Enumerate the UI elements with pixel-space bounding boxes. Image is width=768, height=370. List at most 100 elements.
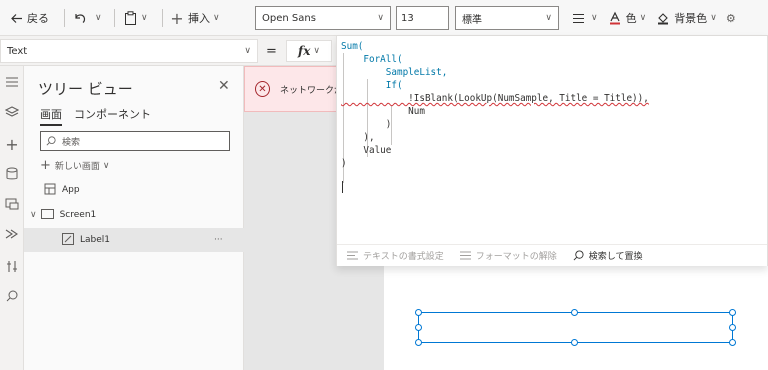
tree-search-input[interactable]: 検索 — [40, 131, 230, 151]
resize-handle[interactable] — [415, 309, 422, 316]
gear-icon[interactable]: ⚙ — [723, 10, 739, 26]
font-weight-value: 標準 — [462, 14, 482, 26]
remove-format-button[interactable]: フォーマットの解除 — [459, 249, 557, 262]
format-text-label: テキストの書式設定 — [363, 252, 444, 262]
code-line-error: !IsBlank(LookUp(NumSample, Title = Title… — [341, 93, 649, 104]
property-select[interactable]: Text ∨ — [0, 39, 258, 63]
font-color-button[interactable] — [604, 10, 626, 26]
background-label: 背景色 — [674, 12, 708, 25]
search-icon — [46, 136, 56, 146]
separator — [64, 9, 65, 27]
undo-icon — [72, 10, 88, 26]
chevron-down-icon[interactable]: ∨ — [710, 13, 717, 23]
code-line: ), — [341, 132, 375, 143]
tree-view-title: ツリー ビュー — [38, 80, 133, 98]
chevron-down-icon: ∨ — [141, 13, 148, 23]
more-options-icon[interactable]: ··· — [214, 235, 223, 245]
formula-code[interactable]: Sum( ForAll( SampleList, If( !IsBlank(Lo… — [341, 40, 649, 170]
separator — [114, 9, 115, 27]
resize-handle[interactable] — [729, 339, 736, 346]
fill-button[interactable] — [652, 10, 674, 26]
chevron-down-icon[interactable]: ∨ — [30, 210, 37, 220]
fx-button[interactable]: fx ∨ — [286, 40, 332, 62]
remove-format-icon — [459, 251, 471, 260]
command-bar: 戻る ∨ ∨ + 挿入 ∨ Open Sans ∨ 13 標準 ∨ ∨ 色 ∨ … — [0, 0, 768, 36]
align-button[interactable] — [568, 10, 588, 26]
color-label: 色 — [625, 12, 637, 25]
tree-item-label: Screen1 — [59, 210, 97, 220]
plus-icon: + — [170, 8, 184, 28]
font-size-value: 13 — [401, 12, 414, 24]
tab-screens[interactable]: 画面 — [40, 106, 62, 126]
chevron-down-icon[interactable]: ∨ — [640, 13, 647, 23]
resize-handle[interactable] — [571, 309, 578, 316]
resize-handle[interactable] — [729, 324, 736, 331]
equals-sign: = — [266, 44, 277, 59]
code-line: ) — [341, 119, 392, 130]
tree-view-panel: ツリー ビュー ✕ 画面 コンポーネント 検索 + 新しい画面 ∨ App ∨ … — [24, 66, 244, 370]
paste-button[interactable]: ∨ — [118, 6, 152, 30]
chevron-down-icon: ∨ — [244, 46, 251, 56]
chevron-down-icon: ∨ — [313, 46, 320, 56]
font-family-value: Open Sans — [262, 12, 316, 24]
insert-plus-icon[interactable]: + — [2, 134, 22, 154]
paste-icon — [122, 10, 138, 26]
format-text-icon — [347, 251, 358, 260]
text-cursor — [342, 181, 343, 193]
tree-item-app[interactable]: App — [24, 178, 244, 202]
power-automate-icon[interactable] — [2, 224, 22, 244]
resize-handle[interactable] — [571, 339, 578, 346]
search-icon — [573, 250, 584, 261]
new-screen-button[interactable]: + 新しい画面 ∨ — [40, 158, 110, 173]
fill-icon — [658, 13, 669, 25]
code-line: SampleList, — [341, 67, 448, 78]
plus-icon: + — [40, 158, 51, 173]
resize-handle[interactable] — [415, 324, 422, 331]
font-family-select[interactable]: Open Sans ∨ — [255, 6, 391, 30]
screen-icon — [40, 208, 54, 222]
undo-dropdown[interactable]: ∨ — [88, 6, 106, 30]
hamburger-icon[interactable] — [2, 72, 22, 92]
chevron-down-icon: ∨ — [377, 13, 384, 23]
variables-icon[interactable] — [2, 256, 22, 276]
back-label: 戻る — [27, 12, 49, 25]
toolbar-right-group: ∨ 色 ∨ 背景色 ∨ ⚙ — [568, 6, 739, 30]
code-line: ) — [341, 158, 347, 169]
resize-handle[interactable] — [415, 339, 422, 346]
font-size-input[interactable]: 13 — [396, 6, 449, 30]
separator — [162, 9, 163, 27]
find-replace-button[interactable]: 検索して置換 — [573, 249, 642, 262]
back-button[interactable]: 戻る — [4, 6, 53, 30]
code-line: ForAll( — [341, 54, 403, 65]
new-screen-label: 新しい画面 — [54, 162, 100, 172]
chevron-down-icon: ∨ — [102, 160, 110, 171]
tree-item-label: App — [62, 185, 80, 195]
insert-button[interactable]: + 挿入 ∨ — [165, 6, 224, 30]
font-weight-select[interactable]: 標準 ∨ — [455, 6, 559, 30]
chevron-down-icon: ∨ — [95, 13, 102, 23]
layers-icon[interactable] — [2, 102, 22, 122]
format-text-button[interactable]: テキストの書式設定 — [347, 249, 444, 262]
chevron-down-icon[interactable]: ∨ — [591, 13, 598, 23]
close-icon[interactable]: ✕ — [218, 78, 230, 94]
tree-item-label1[interactable]: Label1 ··· — [24, 228, 244, 252]
formula-editor[interactable]: Sum( ForAll( SampleList, If( !IsBlank(Lo… — [336, 36, 768, 266]
chevron-down-icon: ∨ — [213, 13, 220, 23]
left-rail: + — [0, 66, 24, 370]
align-icon — [572, 13, 584, 23]
tree-item-screen1[interactable]: ∨ Screen1 — [24, 203, 244, 227]
insert-label: 挿入 — [188, 12, 210, 25]
resize-handle[interactable] — [729, 309, 736, 316]
code-line: Num — [341, 106, 425, 117]
app-icon — [44, 183, 56, 198]
error-icon: ✕ — [255, 81, 270, 97]
search-icon[interactable] — [2, 286, 22, 306]
tab-components[interactable]: コンポーネント — [74, 106, 151, 122]
code-line: Sum( — [341, 41, 364, 52]
data-icon[interactable] — [2, 164, 22, 184]
fx-label: fx — [298, 44, 311, 58]
media-icon[interactable] — [2, 194, 22, 214]
chevron-down-icon: ∨ — [545, 13, 552, 23]
search-placeholder: 検索 — [62, 137, 81, 148]
font-color-icon — [609, 11, 620, 25]
